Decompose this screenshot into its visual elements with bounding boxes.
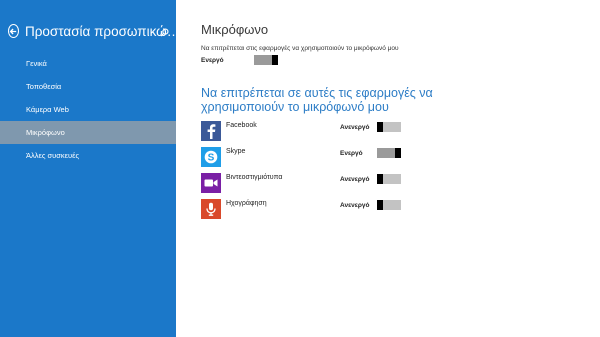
sidebar-item-location[interactable]: Τοποθεσία: [0, 75, 176, 98]
main-content: Μικρόφωνο Να επιτρέπεται στις εφαρμογές …: [176, 0, 600, 337]
video-camera-icon: [201, 173, 221, 193]
sidebar-item-microphone[interactable]: Μικρόφωνο: [0, 121, 176, 144]
app-name: Skype: [226, 148, 246, 155]
video-capture-toggle[interactable]: [377, 174, 401, 184]
skype-toggle[interactable]: [377, 148, 401, 158]
app-row-skype: S Skype Ενεργό: [201, 147, 441, 167]
svg-text:S: S: [208, 153, 215, 164]
facebook-toggle[interactable]: [377, 122, 401, 132]
page-title: Μικρόφωνο: [201, 22, 269, 37]
app-row-video-capture: Βιντεοστιγμιότυπα Ανενεργό: [201, 173, 441, 193]
sidebar-title: Προστασία προσωπικώ…: [25, 23, 181, 39]
app-row-sound-recorder: Ηχογράφηση Ανενεργό: [201, 199, 441, 219]
app-name: Facebook: [226, 122, 257, 129]
back-arrow-icon: [9, 28, 17, 34]
app-name: Ηχογράφηση: [226, 200, 267, 207]
back-button[interactable]: [8, 24, 19, 38]
sidebar-item-other-devices[interactable]: Άλλες συσκευές: [0, 144, 176, 167]
master-description: Να επιτρέπεται στις εφαρμογές να χρησιμο…: [201, 45, 399, 52]
sound-recorder-toggle[interactable]: [377, 200, 401, 210]
sidebar-header: Προστασία προσωπικώ…: [8, 22, 180, 40]
app-state-label: Ενεργό: [340, 150, 363, 157]
sidebar-nav: Γενικά Τοποθεσία Κάμερα Web Μικρόφωνο Άλ…: [0, 52, 176, 167]
app-row-facebook: Facebook Ανενεργό: [201, 121, 441, 141]
sidebar-item-webcam[interactable]: Κάμερα Web: [0, 98, 176, 121]
facebook-icon: [201, 121, 221, 141]
sidebar-item-general[interactable]: Γενικά: [0, 52, 176, 75]
settings-sidebar: Προστασία προσωπικώ… Γενικά Τοποθεσία Κά…: [0, 0, 180, 337]
app-state-label: Ανενεργό: [340, 202, 370, 209]
master-microphone-toggle[interactable]: [254, 55, 278, 65]
master-state-label: Ενεργό: [201, 57, 224, 64]
skype-icon: S: [201, 147, 221, 167]
search-icon[interactable]: [160, 24, 169, 42]
app-state-label: Ανενεργό: [340, 176, 370, 183]
microphone-icon: [201, 199, 221, 219]
app-state-label: Ανενεργό: [340, 124, 370, 131]
app-name: Βιντεοστιγμιότυπα: [226, 174, 283, 181]
apps-heading: Να επιτρέπεται σε αυτές τις εφαρμογές να…: [201, 86, 433, 114]
